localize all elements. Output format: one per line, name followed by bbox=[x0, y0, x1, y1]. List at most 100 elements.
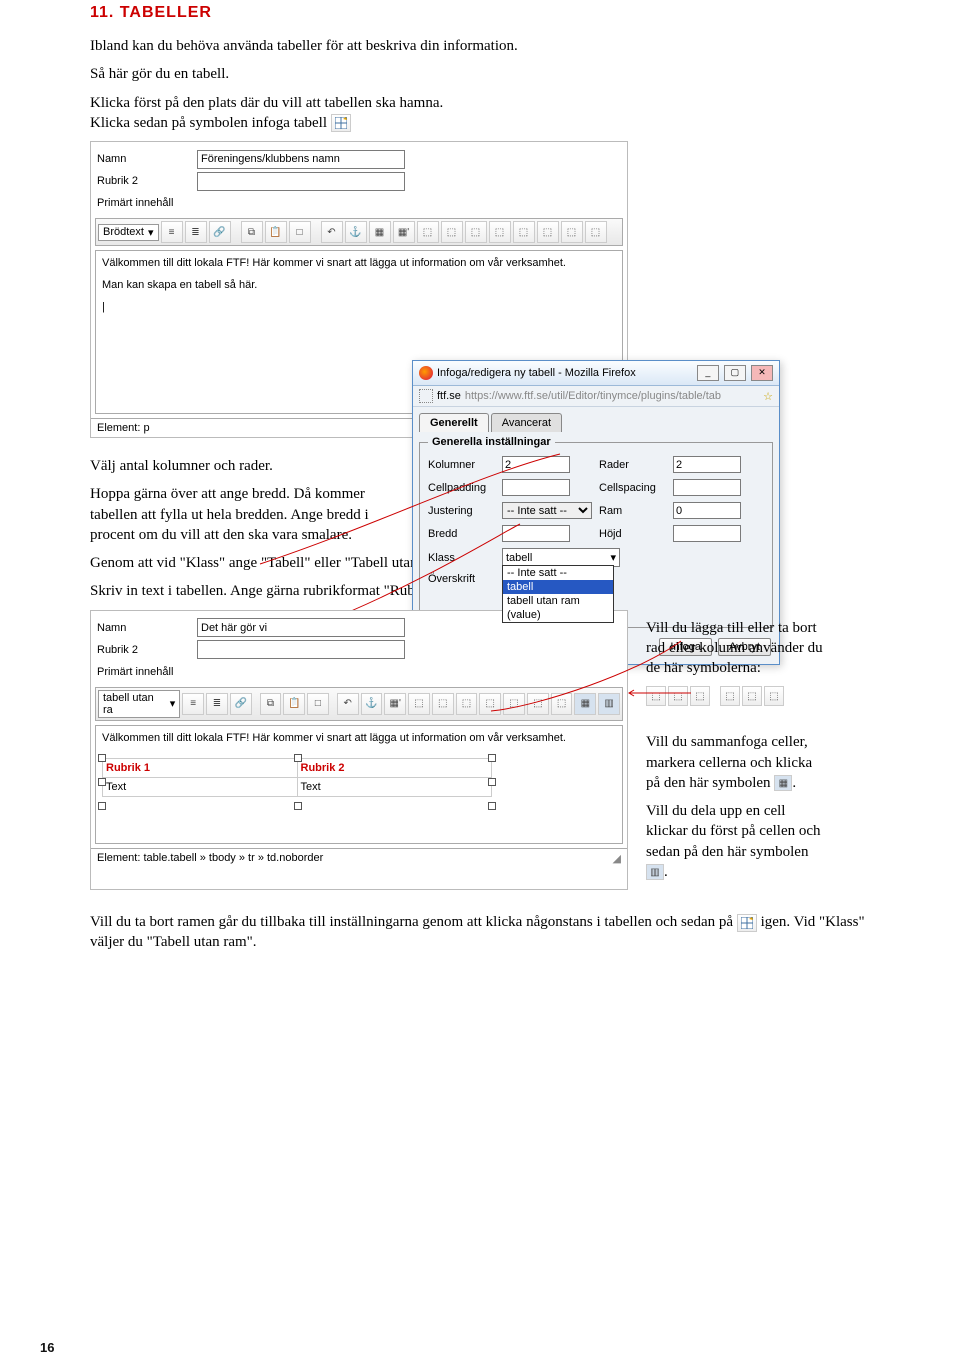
label-cellpadding: Cellpadding bbox=[428, 482, 496, 494]
col-after-icon: ⬚ bbox=[742, 686, 762, 706]
chevron-down-icon: ▾ bbox=[148, 226, 154, 239]
label-justering: Justering bbox=[428, 505, 496, 517]
intro-2: Så här gör du en tabell. bbox=[90, 64, 870, 84]
col-before-icon[interactable]: ⬚ bbox=[489, 221, 511, 243]
row-before-icon: ⬚ bbox=[646, 686, 666, 706]
input-rubrik2b[interactable] bbox=[197, 640, 405, 659]
table-edit-icon[interactable]: ▦' bbox=[384, 693, 406, 715]
label-rubrik2: Rubrik 2 bbox=[97, 175, 187, 187]
klass-opt-noram[interactable]: tabell utan ram bbox=[503, 594, 613, 608]
row-before-icon[interactable]: ⬚ bbox=[456, 693, 478, 715]
input-ram[interactable] bbox=[673, 502, 741, 519]
input-rubrik2[interactable] bbox=[197, 172, 405, 191]
side-p3: Vill du dela upp en cell klickar du förs… bbox=[646, 801, 826, 882]
col-del-icon: ⬚ bbox=[764, 686, 784, 706]
label-hojd: Höjd bbox=[599, 528, 667, 540]
element-path2: Element: table.tabell » tbody » tr » td.… bbox=[97, 852, 323, 865]
split-cell-icon: ▥ bbox=[646, 864, 664, 880]
link-icon[interactable]: 🔗 bbox=[209, 221, 231, 243]
editor2-body[interactable]: Välkommen till ditt lokala FTF! Här komm… bbox=[95, 725, 623, 844]
merge-cells-icon: ▦ bbox=[774, 775, 792, 791]
input-namn2[interactable] bbox=[197, 618, 405, 637]
undo-icon[interactable]: ↶ bbox=[321, 221, 343, 243]
paste-icon[interactable]: 📋 bbox=[283, 693, 305, 715]
side-p1: Vill du lägga till eller ta bort rad ell… bbox=[646, 618, 826, 679]
intro-3b: Klicka sedan på symbolen infoga tabell bbox=[90, 115, 327, 131]
page-number: 16 bbox=[40, 1340, 54, 1355]
table-insert-icon bbox=[331, 114, 351, 132]
input-kolumner[interactable] bbox=[502, 456, 570, 473]
editor2-line1: Välkommen till ditt lokala FTF! Här komm… bbox=[102, 732, 616, 744]
table-edit-icon[interactable]: ▦' bbox=[393, 221, 415, 243]
cell-props-icon[interactable]: ⬚ bbox=[432, 693, 454, 715]
tail-p: Vill du ta bort ramen går du tillbaka ti… bbox=[90, 912, 870, 953]
row-before-icon[interactable]: ⬚ bbox=[417, 221, 439, 243]
side-p2: Vill du sammanfoga celler, markera celle… bbox=[646, 732, 826, 793]
col-ins-icon[interactable]: ⬚ bbox=[527, 693, 549, 715]
intro-1: Ibland kan du behöva använda tabeller fö… bbox=[90, 36, 870, 56]
row-after-icon[interactable]: ⬚ bbox=[479, 693, 501, 715]
tbl-r1c1: Rubrik 1 bbox=[106, 762, 150, 774]
input-cellspacing[interactable] bbox=[673, 479, 741, 496]
merge-cells-icon[interactable]: ▦ bbox=[574, 693, 596, 715]
label-cellspacing: Cellspacing bbox=[599, 482, 667, 494]
intro-3a: Klicka först på den plats där du vill at… bbox=[90, 95, 443, 111]
doc-icon[interactable]: □ bbox=[307, 693, 329, 715]
link-icon[interactable]: 🔗 bbox=[230, 693, 252, 715]
tbl-r2c1: Text bbox=[103, 777, 298, 796]
window-close-icon[interactable]: ✕ bbox=[751, 365, 773, 381]
input-hojd[interactable] bbox=[673, 525, 741, 542]
star-icon[interactable]: ☆ bbox=[763, 390, 773, 403]
klass-opt-value[interactable]: (value) bbox=[503, 608, 613, 622]
anchor-icon[interactable]: ⚓ bbox=[361, 693, 383, 715]
row-props-icon[interactable]: ⬚ bbox=[408, 693, 430, 715]
select-justering[interactable]: -- Inte satt -- bbox=[502, 502, 592, 519]
list-ol-icon[interactable]: ≣ bbox=[206, 693, 228, 715]
split-cell-icon[interactable]: ▥ bbox=[598, 693, 620, 715]
undo-icon[interactable]: ↶ bbox=[337, 693, 359, 715]
input-namn[interactable] bbox=[197, 150, 405, 169]
col-after-icon[interactable]: ⬚ bbox=[513, 221, 535, 243]
list-ol-icon[interactable]: ≣ bbox=[185, 221, 207, 243]
klass-options[interactable]: -- Inte satt -- tabell tabell utan ram (… bbox=[502, 565, 614, 623]
resize-handle-icon[interactable]: ◢ bbox=[613, 852, 621, 865]
doc-icon[interactable]: □ bbox=[289, 221, 311, 243]
mid-p2: Hoppa gärna över att ange bredd. Då komm… bbox=[90, 484, 400, 545]
window-min-icon[interactable]: _ bbox=[697, 365, 719, 381]
paste-icon[interactable]: 📋 bbox=[265, 221, 287, 243]
row-del-icon[interactable]: ⬚ bbox=[465, 221, 487, 243]
label-rubrik2b: Rubrik 2 bbox=[97, 644, 187, 656]
copy-icon[interactable]: ⧉ bbox=[260, 693, 282, 715]
split-cell-icon[interactable]: ⬚ bbox=[585, 221, 607, 243]
label-klass: Klass bbox=[428, 552, 496, 564]
label-namn2: Namn bbox=[97, 622, 187, 634]
tbl-r1c2: Rubrik 2 bbox=[301, 762, 345, 774]
col-del-icon[interactable]: ⬚ bbox=[537, 221, 559, 243]
window-max-icon[interactable]: ▢ bbox=[724, 365, 746, 381]
row-after-icon[interactable]: ⬚ bbox=[441, 221, 463, 243]
tab-generellt[interactable]: Generellt bbox=[419, 413, 489, 432]
intro-3: Klicka först på den plats där du vill at… bbox=[90, 93, 870, 134]
input-bredd[interactable] bbox=[502, 525, 570, 542]
firefox-icon bbox=[419, 366, 433, 380]
klass-opt-tabell[interactable]: tabell bbox=[503, 580, 613, 594]
list-ul-icon[interactable]: ≡ bbox=[161, 221, 183, 243]
copy-icon[interactable]: ⧉ bbox=[241, 221, 263, 243]
row-del-icon[interactable]: ⬚ bbox=[503, 693, 525, 715]
list-ul-icon[interactable]: ≡ bbox=[182, 693, 204, 715]
row-del-icon: ⬚ bbox=[690, 686, 710, 706]
label-primart2: Primärt innehåll bbox=[97, 666, 187, 678]
klass-opt-none[interactable]: -- Inte satt -- bbox=[503, 566, 613, 580]
tab-avancerat[interactable]: Avancerat bbox=[491, 413, 562, 432]
dialog-title: Infoga/redigera ny tabell - Mozilla Fire… bbox=[437, 367, 636, 379]
input-rader[interactable] bbox=[673, 456, 741, 473]
input-cellpadding[interactable] bbox=[502, 479, 570, 496]
label-kolumner: Kolumner bbox=[428, 459, 496, 471]
col-del-icon[interactable]: ⬚ bbox=[551, 693, 573, 715]
style-dropdown2[interactable]: tabell utan ra▾ bbox=[98, 690, 180, 718]
table-icon[interactable]: ▦ bbox=[369, 221, 391, 243]
style-dropdown[interactable]: Brödtext▾ bbox=[98, 224, 159, 241]
anchor-icon[interactable]: ⚓ bbox=[345, 221, 367, 243]
label-primart: Primärt innehåll bbox=[97, 197, 187, 209]
merge-cells-icon[interactable]: ⬚ bbox=[561, 221, 583, 243]
